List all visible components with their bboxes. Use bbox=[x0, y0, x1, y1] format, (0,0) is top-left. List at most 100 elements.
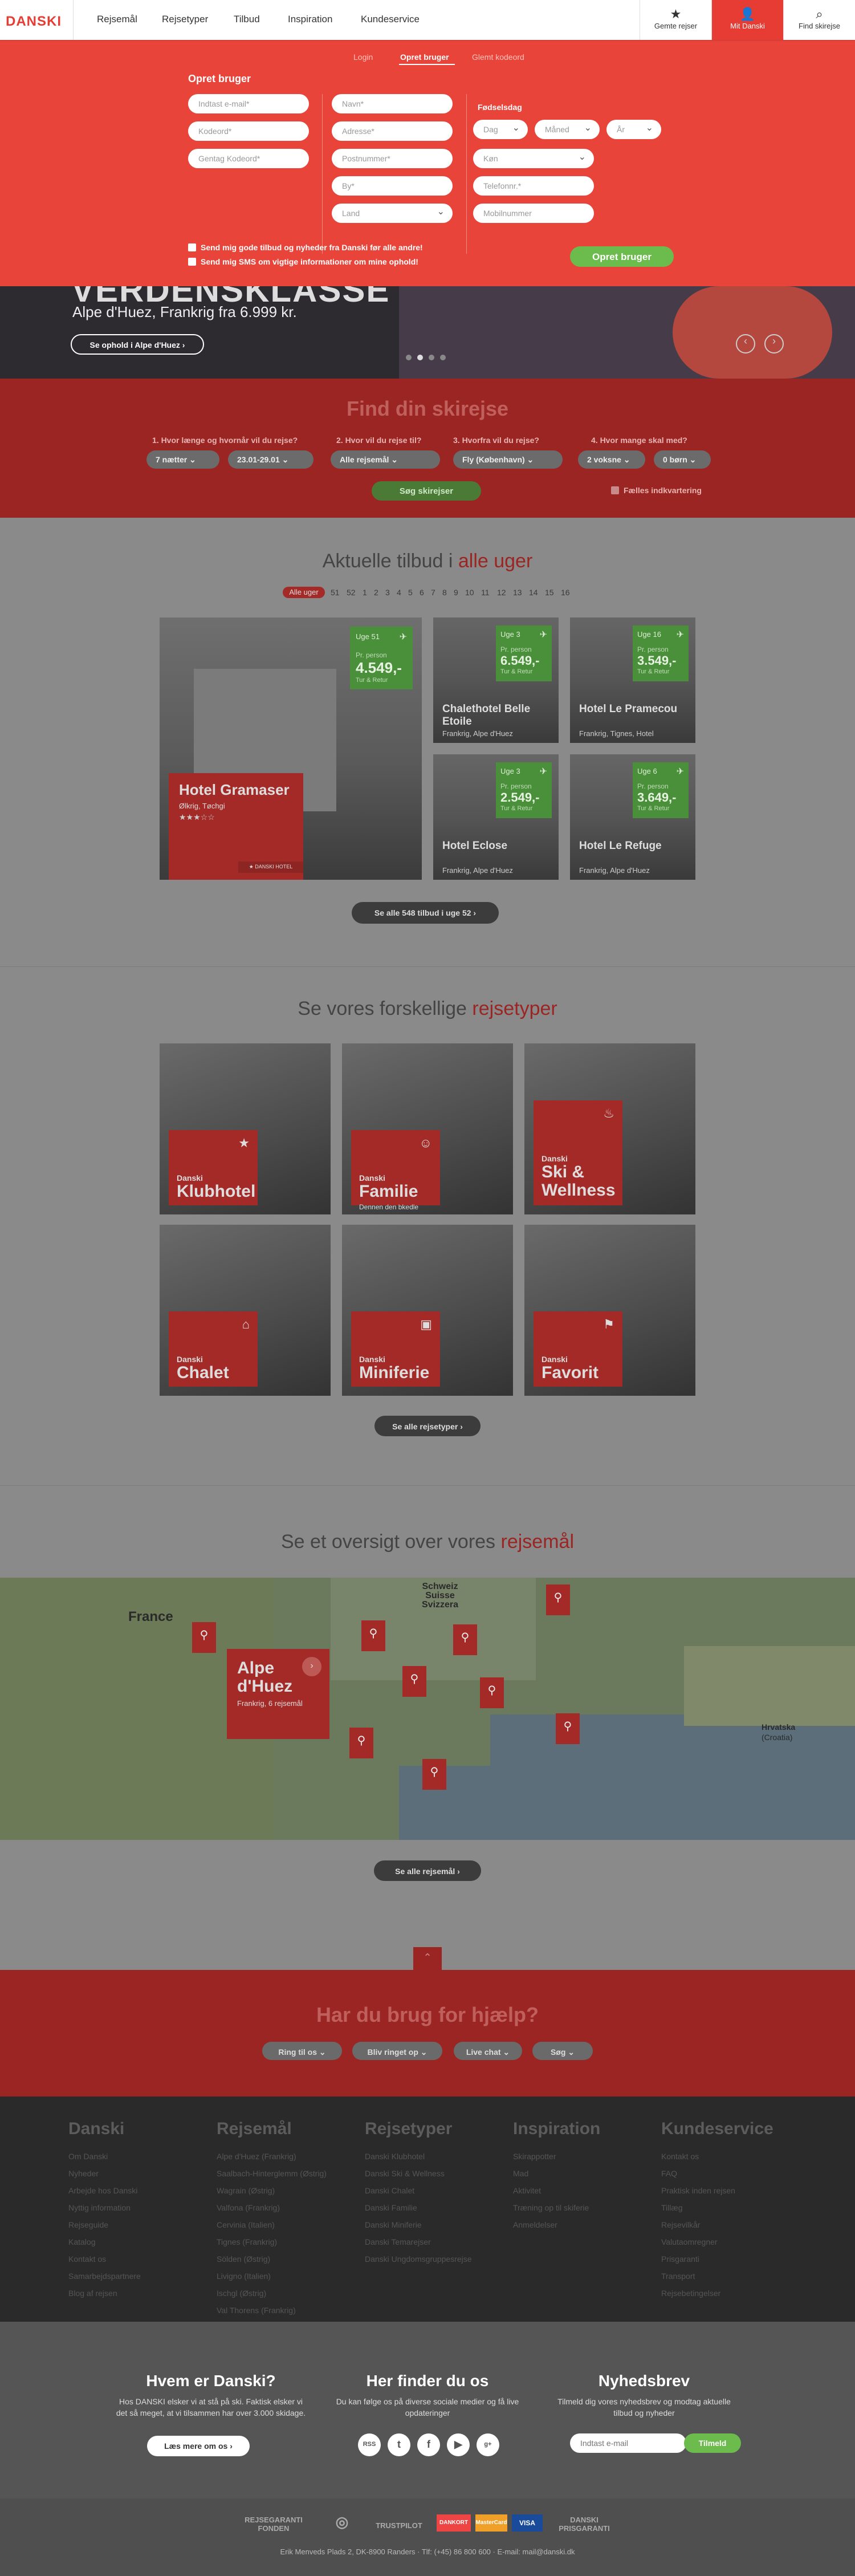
week-filter-9[interactable]: 9 bbox=[454, 588, 458, 597]
googleplus-icon[interactable]: g+ bbox=[477, 2433, 499, 2456]
footer-link[interactable]: Valfona (Frankrig) bbox=[217, 2199, 280, 2216]
footer-link[interactable]: Danski Klubhotel bbox=[365, 2148, 425, 2165]
week-filter-3[interactable]: 3 bbox=[385, 588, 390, 597]
create-user-button[interactable]: Opret bruger bbox=[570, 246, 674, 267]
slider-next-button[interactable]: › bbox=[764, 334, 784, 354]
week-filter-14[interactable]: 14 bbox=[529, 588, 538, 597]
footer-link[interactable]: Skirappotter bbox=[513, 2148, 556, 2165]
facebook-icon[interactable]: f bbox=[417, 2433, 440, 2456]
callback-button[interactable]: Bliv ringet op ⌄ bbox=[352, 2042, 442, 2060]
footer-link[interactable]: Træning op til skiferie bbox=[513, 2199, 589, 2216]
postal-field[interactable]: Postnummer* bbox=[332, 149, 453, 168]
email-field[interactable]: Indtast e-mail* bbox=[188, 94, 309, 113]
footer-link[interactable]: Danski Miniferie bbox=[365, 2216, 422, 2233]
rejsetype-card-chalet[interactable]: ⌂ Danski Chalet bbox=[160, 1225, 331, 1396]
week-filter-51[interactable]: 51 bbox=[331, 588, 340, 597]
search-button[interactable]: Søg skirejser bbox=[372, 481, 481, 501]
footer-link[interactable]: Danski Ski & Wellness bbox=[365, 2165, 445, 2182]
footer-link[interactable]: Wagrain (Østrig) bbox=[217, 2182, 275, 2199]
map-pin[interactable]: ⚲ bbox=[349, 1728, 373, 1758]
see-all-offers-button[interactable]: Se alle 548 tilbud i uge 52 › bbox=[352, 902, 499, 924]
password-field[interactable]: Kodeord* bbox=[188, 121, 309, 141]
footer-link[interactable]: Om Danski bbox=[68, 2148, 108, 2165]
footer-link[interactable]: Rejsevilkår bbox=[661, 2216, 700, 2233]
nav-rejsetyper[interactable]: Rejsetyper bbox=[162, 14, 208, 25]
dates-select[interactable]: 23.01-29.01 ⌄ bbox=[228, 450, 314, 469]
slider-prev-button[interactable]: ‹ bbox=[736, 334, 755, 354]
week-filter-7[interactable]: 7 bbox=[431, 588, 435, 597]
footer-link[interactable]: Samarbejdspartnere bbox=[68, 2268, 141, 2285]
slider-dot-active[interactable] bbox=[417, 355, 423, 360]
week-filter-1[interactable]: 1 bbox=[363, 588, 367, 597]
offer-card[interactable]: Uge 3 ✈ Pr. person 6.549,- Tur & Retur Chalet… bbox=[433, 617, 559, 743]
offer-card[interactable]: Uge 3 ✈ Pr. person 2.549,- Tur & Retur Hotel … bbox=[433, 754, 559, 880]
footer-link[interactable]: Danski Ungdomsgruppesrejse bbox=[365, 2250, 472, 2268]
find-trip-button[interactable]: ⌕ Find skirejse bbox=[783, 0, 855, 40]
map-pin[interactable]: ⚲ bbox=[361, 1620, 385, 1651]
see-all-types-button[interactable]: Se alle rejsetyper › bbox=[374, 1416, 481, 1436]
day-select[interactable]: Dag bbox=[473, 120, 528, 139]
phone-field[interactable]: Telefonnr.* bbox=[473, 176, 594, 196]
password-repeat-field[interactable]: Gentag Kodeord* bbox=[188, 149, 309, 168]
year-select[interactable]: År bbox=[606, 120, 661, 139]
destinations-map[interactable]: France Schweiz Suisse Svizzera Hrvatska … bbox=[0, 1578, 855, 1840]
footer-link[interactable]: Mad bbox=[513, 2165, 528, 2182]
week-filter-10[interactable]: 10 bbox=[465, 588, 474, 597]
week-filter-4[interactable]: 4 bbox=[397, 588, 401, 597]
rejsetype-card-familie[interactable]: ☺ Danski Familie Dennen den bkedle bbox=[342, 1043, 513, 1214]
map-pin[interactable]: ⚲ bbox=[556, 1713, 580, 1744]
offer-card[interactable]: Uge 6 ✈ Pr. person 3.649,- Tur & Retur Hotel … bbox=[570, 754, 695, 880]
week-filter-16[interactable]: 16 bbox=[561, 588, 570, 597]
tab-register[interactable]: Opret bruger bbox=[400, 52, 449, 62]
read-more-button[interactable]: Læs mere om os › bbox=[147, 2436, 250, 2456]
week-filter-13[interactable]: 13 bbox=[513, 588, 522, 597]
twitter-icon[interactable]: t bbox=[388, 2433, 410, 2456]
nav-rejsemal[interactable]: Rejsemål bbox=[97, 14, 137, 25]
rejsetype-card-favorit[interactable]: ⚑ Danski Favorit bbox=[524, 1225, 695, 1396]
footer-link[interactable]: Arbejde hos Danski bbox=[68, 2182, 137, 2199]
nav-kundeservice[interactable]: Kundeservice bbox=[361, 14, 420, 25]
footer-link[interactable]: Livigno (Italien) bbox=[217, 2268, 271, 2285]
footer-link[interactable]: Katalog bbox=[68, 2233, 95, 2250]
call-us-button[interactable]: Ring til os ⌄ bbox=[262, 2042, 342, 2060]
week-filter-15[interactable]: 15 bbox=[545, 588, 554, 597]
footer-link[interactable]: Rejseguide bbox=[68, 2216, 108, 2233]
month-select[interactable]: Måned bbox=[535, 120, 600, 139]
footer-link[interactable]: Ischgl (Østrig) bbox=[217, 2285, 266, 2302]
footer-link[interactable]: Tillæg bbox=[661, 2199, 683, 2216]
footer-link[interactable]: FAQ bbox=[661, 2165, 677, 2182]
see-all-destinations-button[interactable]: Se alle rejsemål › bbox=[374, 1860, 481, 1881]
shared-accommodation-checkbox[interactable]: Fælles indkvartering bbox=[611, 486, 702, 495]
scroll-top-button[interactable]: ⌃ bbox=[413, 1947, 442, 1970]
offer-card[interactable]: Uge 16 ✈ Pr. person 3.549,- Tur & Retur Hotel… bbox=[570, 617, 695, 743]
slider-dot[interactable] bbox=[406, 355, 412, 360]
mobile-field[interactable]: Mobilnummer bbox=[473, 204, 594, 223]
name-field[interactable]: Navn* bbox=[332, 94, 453, 113]
live-chat-button[interactable]: Live chat ⌄ bbox=[454, 2042, 522, 2060]
nav-inspiration[interactable]: Inspiration bbox=[288, 14, 332, 25]
week-filter-all[interactable]: Alle uger bbox=[283, 587, 325, 598]
map-featured-box[interactable]: Alpe d'Huez Frankrig, 6 rejsemål › bbox=[227, 1649, 329, 1739]
footer-link[interactable]: Blog af rejsen bbox=[68, 2285, 117, 2302]
checkbox-box[interactable] bbox=[188, 258, 196, 266]
footer-link[interactable]: Alpe d'Huez (Frankrig) bbox=[217, 2148, 296, 2165]
week-filter-12[interactable]: 12 bbox=[497, 588, 506, 597]
newsletter-email-input[interactable] bbox=[570, 2433, 686, 2453]
week-filter-5[interactable]: 5 bbox=[408, 588, 413, 597]
footer-link[interactable]: Tignes (Frankrig) bbox=[217, 2233, 277, 2250]
sms-checkbox[interactable]: Send mig SMS om vigtige informationer om… bbox=[188, 257, 418, 266]
footer-link[interactable]: Transport bbox=[661, 2268, 695, 2285]
map-pin[interactable]: ⚲ bbox=[453, 1624, 477, 1655]
footer-link[interactable]: Cervinia (Italien) bbox=[217, 2216, 275, 2233]
saved-trips-button[interactable]: ★ Gemte rejser bbox=[640, 0, 711, 40]
rejsetype-card-miniferie[interactable]: ▣ Danski Miniferie bbox=[342, 1225, 513, 1396]
destination-select[interactable]: Alle rejsemål ⌄ bbox=[331, 450, 440, 469]
footer-link[interactable]: Valutaomregner bbox=[661, 2233, 718, 2250]
hero-cta-button[interactable]: Se ophold i Alpe d'Huez › bbox=[71, 334, 204, 355]
youtube-icon[interactable]: ▶ bbox=[447, 2433, 470, 2456]
footer-link[interactable]: Nyttig information bbox=[68, 2199, 131, 2216]
footer-link[interactable]: Sölden (Østrig) bbox=[217, 2250, 270, 2268]
tab-forgot[interactable]: Glemt kodeord bbox=[472, 52, 524, 62]
footer-link[interactable]: Kontakt os bbox=[68, 2250, 106, 2268]
nav-tilbud[interactable]: Tilbud bbox=[234, 14, 260, 25]
